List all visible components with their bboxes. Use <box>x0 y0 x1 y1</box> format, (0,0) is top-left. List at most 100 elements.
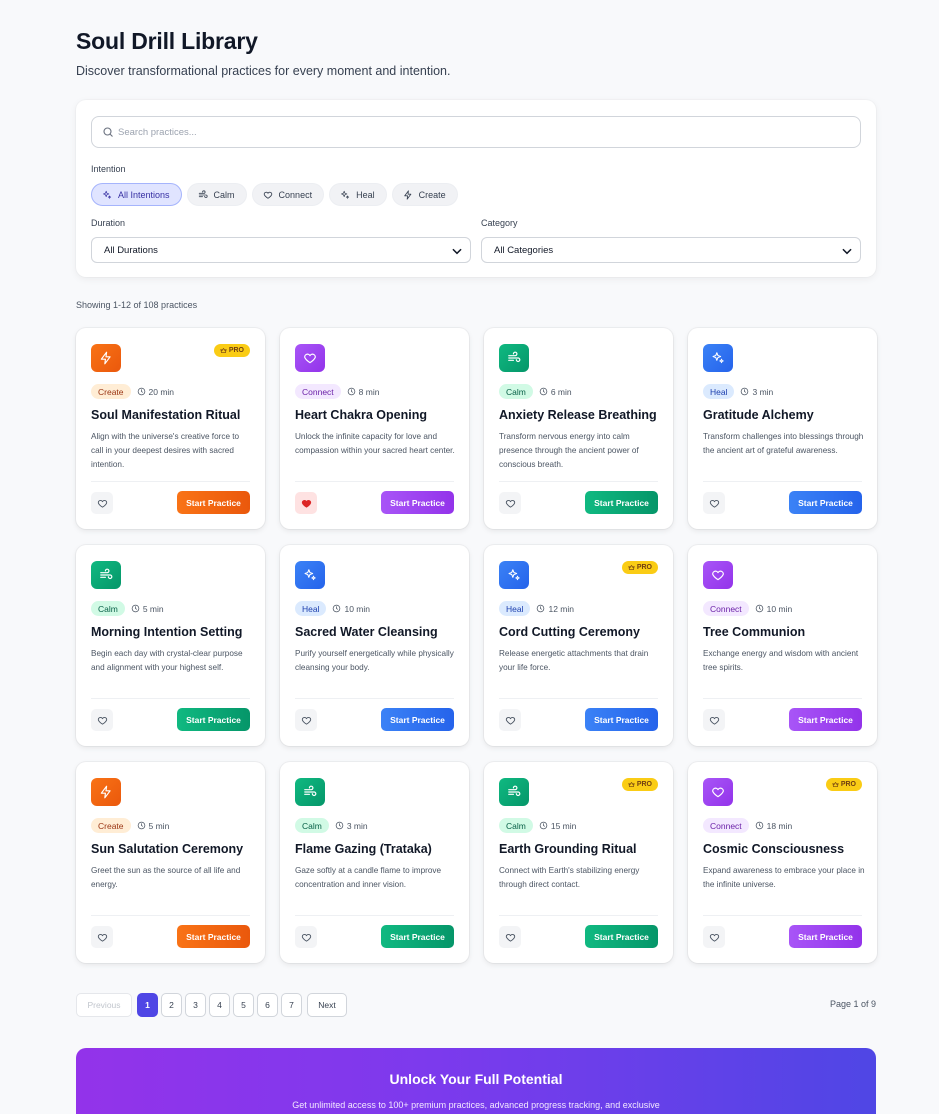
zap-icon <box>403 189 411 200</box>
favorite-button[interactable] <box>499 492 521 514</box>
category-tag: Calm <box>91 601 125 616</box>
pro-label: PRO <box>840 781 856 788</box>
practice-title: Flame Gazing (Trataka) <box>295 842 432 856</box>
practice-card[interactable]: Calm 5 min Morning Intention Setting Beg… <box>76 545 265 746</box>
duration-text: 18 min <box>766 820 793 831</box>
duration-label: Duration <box>91 218 126 228</box>
page-button-1[interactable]: 1 <box>137 993 158 1017</box>
practice-title: Morning Intention Setting <box>91 625 243 639</box>
start-practice-button[interactable]: Start Practice <box>585 491 658 514</box>
card-divider <box>295 481 454 482</box>
start-practice-button[interactable]: Start Practice <box>381 491 454 514</box>
zap-icon <box>100 785 111 799</box>
heart-icon <box>505 716 515 725</box>
favorite-button[interactable] <box>703 926 725 948</box>
practice-title: Tree Communion <box>703 625 806 639</box>
intention-chip-calm[interactable]: Calm <box>186 183 247 206</box>
chevron-down-icon <box>842 248 852 255</box>
wind-icon <box>508 351 521 363</box>
page-subtitle: Discover transformational practices for … <box>76 64 451 78</box>
favorite-button[interactable] <box>91 709 113 731</box>
start-practice-button[interactable]: Start Practice <box>585 708 658 731</box>
favorite-button[interactable] <box>295 926 317 948</box>
category-label: Category <box>481 218 518 228</box>
start-practice-button[interactable]: Start Practice <box>585 925 658 948</box>
practice-card[interactable]: Heal 10 min Sacred Water Cleansing Purif… <box>280 545 469 746</box>
practice-title: Sacred Water Cleansing <box>295 625 438 639</box>
practice-card[interactable]: PRO Create 20 min Soul Manifestation Rit… <box>76 328 265 529</box>
favorite-button[interactable] <box>499 709 521 731</box>
start-practice-button[interactable]: Start Practice <box>177 925 250 948</box>
practice-card[interactable]: PRO Connect 18 min Cosmic Consciousness … <box>688 762 877 963</box>
duration-text: 3 min <box>752 386 774 397</box>
start-practice-button[interactable]: Start Practice <box>789 708 862 731</box>
practice-card[interactable]: Create 5 min Sun Salutation Ceremony Gre… <box>76 762 265 963</box>
favorite-button[interactable] <box>703 709 725 731</box>
intention-chip-all-intentions[interactable]: All Intentions <box>91 183 182 206</box>
practice-card[interactable]: PRO Calm 15 min Earth Grounding Ritual C… <box>484 762 673 963</box>
category-tag: Calm <box>295 818 329 833</box>
sparkles-icon <box>103 190 112 199</box>
pro-badge: PRO <box>621 778 658 791</box>
previous-button[interactable]: Previous <box>76 993 132 1017</box>
practice-card[interactable]: Calm 3 min Flame Gazing (Trataka) Gaze s… <box>280 762 469 963</box>
heart-icon <box>97 499 107 508</box>
practice-icon-tile <box>703 778 733 806</box>
intention-chip-create[interactable]: Create <box>391 183 458 206</box>
page-button-6[interactable]: 6 <box>257 993 278 1017</box>
card-divider <box>499 915 658 916</box>
crown-icon <box>220 348 227 353</box>
category-select-value: All Categories <box>494 245 554 256</box>
page-title: Soul Drill Library <box>76 28 258 54</box>
banner-title: Unlock Your Full Potential <box>389 1071 563 1087</box>
duration-text: 5 min <box>142 603 164 614</box>
start-practice-button[interactable]: Start Practice <box>789 491 862 514</box>
duration: 10 min <box>755 604 792 614</box>
start-practice-button[interactable]: Start Practice <box>381 925 454 948</box>
start-practice-button[interactable]: Start Practice <box>381 708 454 731</box>
practice-card[interactable]: Connect 8 min Heart Chakra Opening Unloc… <box>280 328 469 529</box>
start-practice-button[interactable]: Start Practice <box>177 491 250 514</box>
start-practice-button[interactable]: Start Practice <box>177 708 250 731</box>
duration-select[interactable]: All Durations <box>91 237 471 263</box>
heart-icon <box>301 716 311 725</box>
favorite-button[interactable] <box>703 492 725 514</box>
category-tag: Connect <box>295 384 341 399</box>
intention-chip-connect[interactable]: Connect <box>251 183 325 206</box>
favorite-button[interactable] <box>91 926 113 948</box>
practice-card[interactable]: PRO Heal 12 min Cord Cutting Ceremony Re… <box>484 545 673 746</box>
practice-meta: Heal 3 min <box>703 384 773 399</box>
page-button-5[interactable]: 5 <box>233 993 254 1017</box>
next-button[interactable]: Next <box>307 993 347 1017</box>
practice-meta: Calm 15 min <box>499 818 576 833</box>
search-box[interactable] <box>91 116 861 148</box>
practice-description: Release energetic attachments that drain… <box>499 649 649 672</box>
start-practice-button[interactable]: Start Practice <box>789 925 862 948</box>
search-input[interactable] <box>118 123 848 141</box>
favorite-button[interactable] <box>499 926 521 948</box>
search-icon <box>103 127 113 137</box>
category-tag: Connect <box>703 818 749 833</box>
practice-description: Expand awareness to embrace your place i… <box>703 866 865 889</box>
favorite-button[interactable] <box>91 492 113 514</box>
page-button-2[interactable]: 2 <box>161 993 182 1017</box>
heart-icon <box>304 353 316 364</box>
page-button-3[interactable]: 3 <box>185 993 206 1017</box>
chip-label: Calm <box>213 189 235 200</box>
practice-description: Connect with Earth's stabilizing energy … <box>499 866 640 889</box>
favorite-button[interactable] <box>295 492 317 514</box>
duration: 5 min <box>137 821 169 831</box>
page-button-4[interactable]: 4 <box>209 993 230 1017</box>
practice-card[interactable]: Calm 6 min Anxiety Release Breathing Tra… <box>484 328 673 529</box>
practice-card[interactable]: Connect 10 min Tree Communion Exchange e… <box>688 545 877 746</box>
page-button-7[interactable]: 7 <box>281 993 302 1017</box>
chip-label: Heal <box>356 189 375 200</box>
favorite-button[interactable] <box>295 709 317 731</box>
practice-card[interactable]: Heal 3 min Gratitude Alchemy Transform c… <box>688 328 877 529</box>
practice-meta: Heal 10 min <box>295 601 370 616</box>
category-select[interactable]: All Categories <box>481 237 861 263</box>
heart-icon <box>97 716 107 725</box>
practice-description: Exchange energy and wisdom with ancient … <box>703 649 859 672</box>
sparkles-icon <box>304 569 316 581</box>
intention-chip-heal[interactable]: Heal <box>329 183 387 206</box>
